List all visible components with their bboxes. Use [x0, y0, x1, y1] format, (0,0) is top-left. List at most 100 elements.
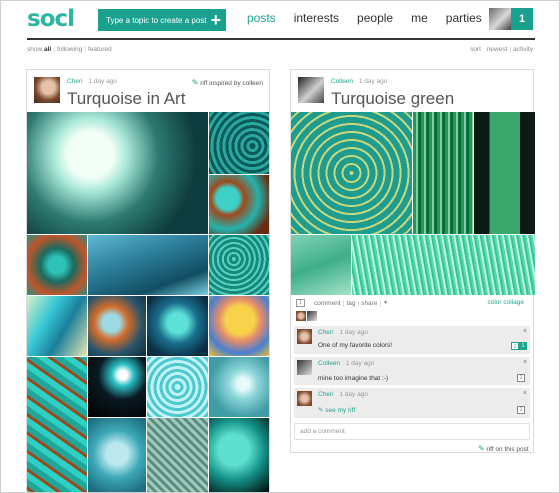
riff-icon: ✎: [191, 78, 199, 87]
filter-all[interactable]: all: [44, 46, 51, 53]
header-divider: [27, 38, 535, 40]
post-actions: 1 comment | tag | share | ▼: [296, 299, 388, 307]
comment-author[interactable]: Colleen: [318, 360, 340, 367]
post-meta: Cheri 1 day ago: [67, 78, 117, 85]
tag-action[interactable]: tag: [346, 300, 355, 307]
collage-image-butterflies[interactable]: [27, 296, 87, 356]
author-name[interactable]: Cheri: [67, 78, 83, 85]
like-box: 1: [511, 342, 519, 350]
riff-icon: ✎: [478, 444, 485, 453]
close-icon[interactable]: ×: [523, 359, 527, 366]
collage-type-label[interactable]: color collage: [488, 299, 525, 306]
collage-image-fractal[interactable]: [27, 235, 87, 295]
post-meta: Colleen 1 day ago: [331, 78, 387, 85]
collage-image-glass-orbs[interactable]: [88, 296, 146, 356]
comment-text: One of my favorite colors!: [318, 342, 393, 349]
post-header: Cheri 1 day ago ✎ riff inspired by colle…: [27, 70, 269, 112]
nav-interests[interactable]: interests: [294, 11, 339, 25]
sort-activity[interactable]: activity: [513, 46, 533, 53]
author-name[interactable]: Colleen: [331, 78, 353, 85]
main-nav: posts interests people me parties: [247, 11, 500, 25]
collage-image-flower[interactable]: [27, 112, 208, 234]
like-count: 1: [519, 342, 527, 350]
collage-image-rose[interactable]: [147, 357, 208, 417]
comment-time: 1 day ago: [345, 360, 375, 367]
comment-like-count[interactable]: 1 1: [511, 342, 527, 350]
collage-image-dots[interactable]: [209, 235, 269, 295]
collage-image-crackle[interactable]: [27, 357, 87, 492]
riff-on-post-link[interactable]: ✎ riff on this post: [478, 444, 529, 453]
author-avatar[interactable]: [34, 77, 60, 103]
add-comment-input[interactable]: add a comment: [294, 423, 530, 440]
collage-image-moon-flowers[interactable]: [88, 357, 146, 417]
comment-item: Cheri 1 day ago One of my favorite color…: [294, 326, 530, 354]
comment-time: 1 day ago: [339, 391, 368, 398]
comment-item: Cheri 1 day ago ✎ see my riff × 1: [294, 388, 530, 418]
show-label: show: [27, 46, 43, 53]
nav-parties[interactable]: parties: [446, 11, 482, 25]
collage-image-pattern[interactable]: [291, 112, 412, 234]
collage-image-leaves[interactable]: [209, 418, 269, 492]
commenter-avatar[interactable]: [297, 360, 312, 375]
collage-image-dress[interactable]: [474, 112, 535, 234]
close-icon[interactable]: ×: [523, 328, 527, 335]
comment-action[interactable]: comment: [314, 300, 341, 307]
riff-icon: ✎: [318, 407, 324, 414]
collage-image-teal-bird[interactable]: [147, 296, 208, 356]
see-riff-text: see my riff: [325, 407, 356, 414]
close-icon[interactable]: ×: [523, 390, 527, 397]
socl-logo[interactable]: socl: [27, 6, 75, 32]
user-avatar[interactable]: [489, 8, 511, 30]
riff-inspired-text: riff inspired by colleen: [200, 80, 263, 87]
create-post-button[interactable]: Type a topic to create a post +: [98, 9, 226, 31]
nav-people[interactable]: people: [357, 11, 393, 25]
comment-author[interactable]: Cheri: [318, 391, 334, 398]
collage-image-tree-painting[interactable]: [88, 235, 208, 295]
post-time: 1 day ago: [358, 78, 388, 85]
comment-item: Colleen 1 day ago mine too imagine that …: [294, 357, 530, 385]
comment-text: mine too imagine that :-): [318, 375, 389, 382]
comment-count-box: 1: [296, 299, 305, 307]
filter-following[interactable]: following: [57, 46, 82, 53]
commenter-avatar[interactable]: [297, 329, 312, 344]
notification-badge[interactable]: 1: [511, 8, 533, 30]
app-frame: socl Type a topic to create a post + pos…: [0, 0, 560, 493]
comment-author[interactable]: Cheri: [318, 329, 334, 336]
author-avatar[interactable]: [298, 77, 324, 103]
show-filter: show all | following | featured: [27, 46, 112, 53]
nav-me[interactable]: me: [411, 11, 428, 25]
riff-on-post-text: riff on this post: [486, 446, 529, 453]
collage-image-carpet[interactable]: [352, 235, 535, 295]
collage-image-dandelion[interactable]: [209, 357, 269, 417]
create-post-label: Type a topic to create a post: [106, 15, 207, 25]
post-card-turquoise-in-art: Cheri 1 day ago ✎ riff inspired by colle…: [26, 69, 270, 492]
like-box[interactable]: 1: [517, 374, 525, 382]
riffer-avatars: [296, 311, 318, 321]
collage-image-tulips[interactable]: [88, 418, 146, 492]
share-action[interactable]: share: [361, 300, 377, 307]
collage-image-stone[interactable]: [209, 175, 269, 234]
collage-image-mandala[interactable]: [209, 112, 269, 174]
filter-featured[interactable]: featured: [88, 46, 112, 53]
comment-meta: Cheri 1 day ago: [318, 329, 368, 336]
post-title[interactable]: Turquoise in Art: [67, 89, 185, 109]
like-box[interactable]: 1: [517, 406, 525, 414]
post-title[interactable]: Turquoise green: [331, 89, 454, 109]
post-time: 1 day ago: [88, 78, 117, 85]
see-riff-link[interactable]: ✎ see my riff: [318, 406, 355, 414]
nav-posts[interactable]: posts: [247, 11, 276, 25]
sort-filter: sort newest | activity: [470, 46, 533, 53]
collage-image-green-streaks[interactable]: [413, 112, 473, 234]
collage-image-lace[interactable]: [147, 418, 208, 492]
post-card-turquoise-green: Colleen 1 day ago Turquoise green 1 comm…: [290, 69, 535, 453]
collage-image-marilyn[interactable]: [209, 296, 269, 356]
riffer-avatar[interactable]: [296, 311, 306, 321]
riffer-avatar[interactable]: [307, 311, 317, 321]
sort-newest[interactable]: newest: [487, 46, 508, 53]
collage-image-paint-swatch[interactable]: [291, 235, 351, 295]
riff-inspired-link[interactable]: ✎ riff inspired by colleen: [192, 78, 263, 87]
chevron-down-icon[interactable]: ▼: [383, 300, 388, 306]
sort-label: sort: [470, 46, 481, 53]
commenter-avatar[interactable]: [297, 391, 312, 406]
comment-meta: Colleen 1 day ago: [318, 360, 374, 367]
